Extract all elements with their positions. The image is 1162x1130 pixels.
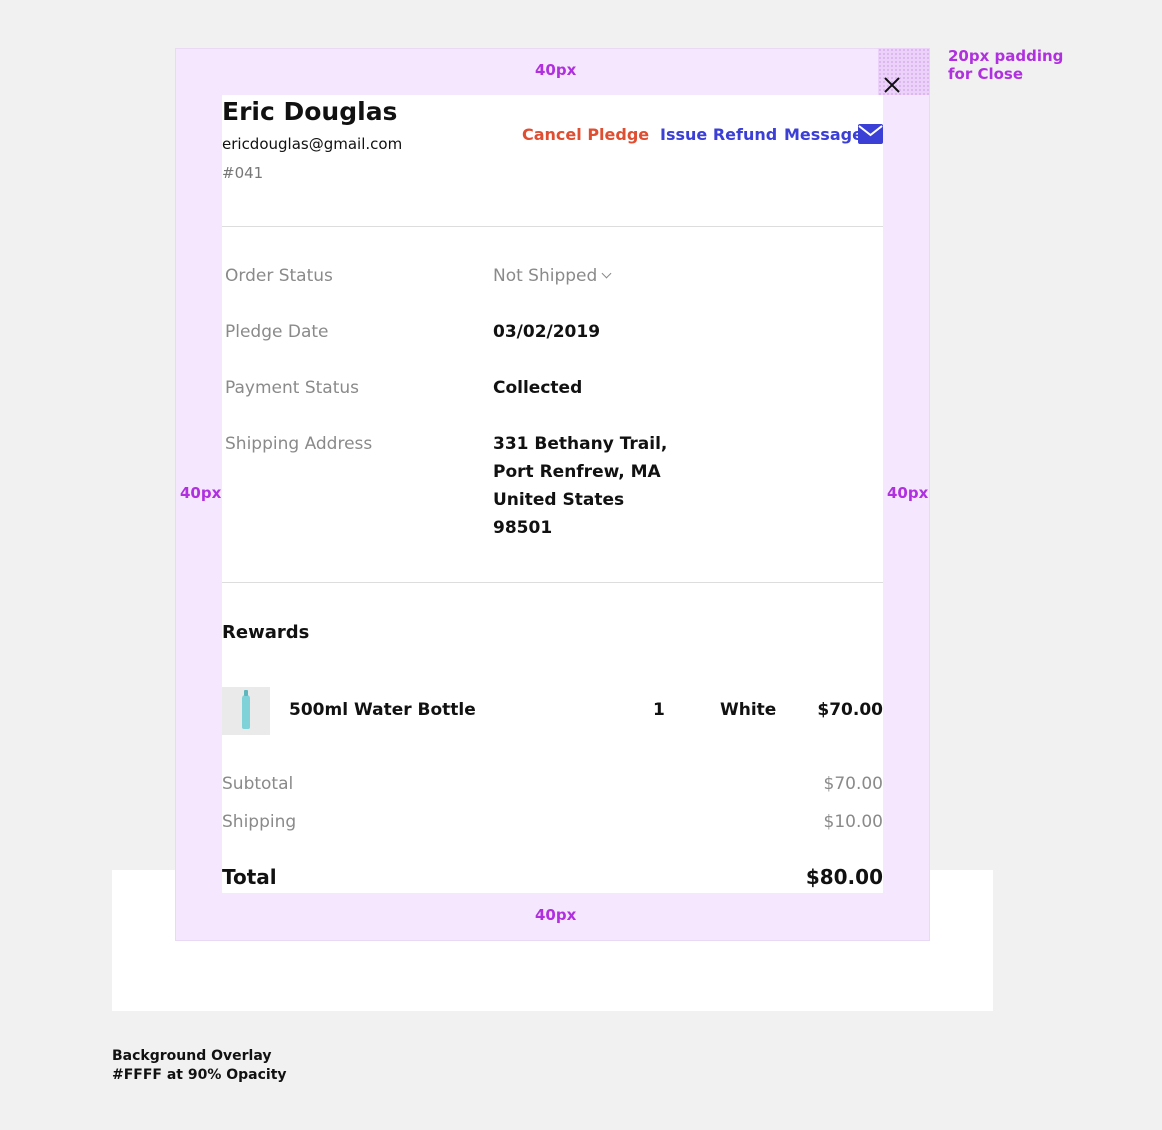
reward-item-name: 500ml Water Bottle — [289, 700, 476, 720]
issue-refund-button[interactable]: Issue Refund — [660, 125, 777, 144]
reward-thumbnail — [222, 687, 270, 735]
close-padding-annotation-line1: 20px padding — [948, 47, 1064, 65]
overlay-note-line1: Background Overlay — [112, 1048, 272, 1064]
shipping-address-label: Shipping Address — [225, 434, 373, 454]
shipping-address-line: 331 Bethany Trail, — [493, 434, 668, 454]
subtotal-label: Subtotal — [222, 774, 294, 794]
total-value: $80.00 — [805, 865, 883, 889]
overlay-note: Background Overlay #FFFF at 90% Opacity — [112, 1047, 287, 1085]
cancel-pledge-button[interactable]: Cancel Pledge — [522, 125, 649, 144]
pledge-date-label: Pledge Date — [225, 322, 329, 342]
shipping-address-line: United States — [493, 490, 625, 510]
order-detail-card: Eric Douglas ericdouglas@gmail.com #041 … — [222, 95, 883, 893]
water-bottle-cap — [244, 690, 248, 696]
mail-icon[interactable] — [858, 124, 883, 144]
details-divider — [222, 582, 883, 583]
order-status-value: Not Shipped — [493, 266, 598, 286]
bottom-padding-annotation: 40px — [535, 906, 577, 924]
message-button[interactable]: Message — [784, 125, 863, 144]
shipping-label: Shipping — [222, 812, 297, 832]
close-padding-annotation-line2: for Close — [948, 65, 1024, 83]
payment-status-value: Collected — [493, 378, 583, 398]
close-padding-annotation: 20px padding for Close — [948, 47, 1063, 83]
subtotal-value: $70.00 — [823, 774, 883, 794]
right-padding-annotation: 40px — [887, 484, 929, 502]
overlay-note-line2: #FFFF at 90% Opacity — [112, 1067, 287, 1083]
shipping-address-line: Port Renfrew, MA — [493, 462, 661, 482]
total-label: Total — [222, 865, 277, 889]
rewards-title: Rewards — [222, 622, 310, 643]
chevron-down-icon — [601, 268, 612, 279]
order-status-dropdown[interactable]: Not Shipped — [493, 266, 612, 286]
order-number: #041 — [222, 164, 264, 182]
customer-name: Eric Douglas — [222, 97, 398, 126]
reward-item-price: $70.00 — [817, 700, 883, 720]
shipping-value: $10.00 — [823, 812, 883, 832]
payment-status-label: Payment Status — [225, 378, 359, 398]
close-button[interactable] — [880, 73, 904, 97]
pledge-date-value: 03/02/2019 — [493, 322, 601, 342]
shipping-address-line: 98501 — [493, 518, 553, 538]
left-padding-annotation: 40px — [180, 484, 222, 502]
reward-item-quantity: 1 — [653, 700, 665, 720]
reward-item-color: White — [720, 700, 777, 720]
close-icon — [884, 77, 900, 93]
water-bottle-image — [242, 695, 250, 729]
header-divider — [222, 226, 883, 227]
top-padding-annotation: 40px — [535, 61, 577, 79]
customer-email: ericdouglas@gmail.com — [222, 135, 403, 153]
order-status-label: Order Status — [225, 266, 333, 286]
